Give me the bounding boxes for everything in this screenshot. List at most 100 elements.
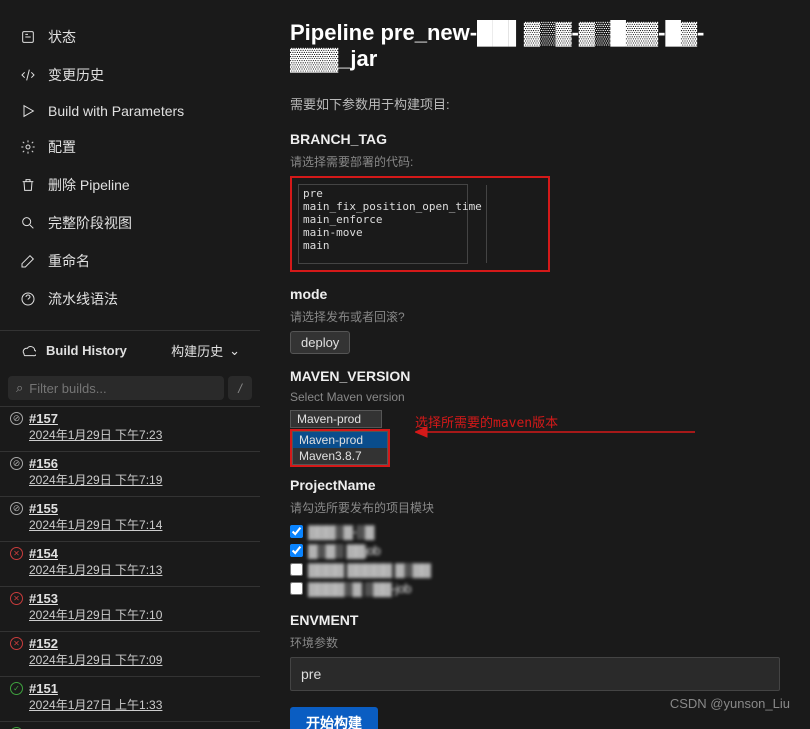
env-hint: 环境参数 bbox=[290, 634, 780, 651]
maven-option[interactable]: Maven3.8.7 bbox=[293, 448, 387, 464]
branch-label: BRANCH_TAG bbox=[290, 131, 780, 147]
branch-highlight-box: premain_fix_position_open_timemain_enfor… bbox=[290, 176, 550, 272]
project-label: ProjectName bbox=[290, 477, 780, 493]
build-number[interactable]: #156 bbox=[29, 456, 58, 471]
nav-label: 删除 Pipeline bbox=[48, 175, 130, 195]
changes-icon bbox=[20, 67, 36, 83]
project-checkbox[interactable] bbox=[290, 582, 303, 595]
maven-dropdown-highlight: Maven-prod Maven3.8.7 bbox=[290, 429, 390, 467]
nav-rename[interactable]: 重命名 bbox=[0, 242, 260, 280]
branch-select[interactable]: premain_fix_position_open_timemain_enfor… bbox=[298, 184, 468, 264]
search-icon bbox=[20, 215, 36, 231]
build-time[interactable]: 2024年1月29日 下午7:23 bbox=[29, 426, 250, 443]
build-filter-input[interactable] bbox=[29, 381, 216, 396]
build-item[interactable]: #1522024年1月29日 下午7:09 bbox=[0, 632, 260, 677]
project-checkbox[interactable] bbox=[290, 525, 303, 538]
build-button[interactable]: 开始构建 bbox=[290, 707, 378, 729]
build-time[interactable]: 2024年1月29日 下午7:14 bbox=[29, 516, 250, 533]
pencil-icon bbox=[20, 253, 36, 269]
build-status-icon bbox=[10, 457, 23, 470]
branch-option[interactable]: main bbox=[301, 239, 484, 252]
build-time[interactable]: 2024年1月27日 上午1:33 bbox=[29, 696, 250, 713]
nav-label: 流水线语法 bbox=[48, 289, 118, 309]
project-checkbox-row[interactable]: ▓▓▓▓ ▓▓▓▓▓ ▓▒▓▓ bbox=[290, 560, 780, 579]
gear-icon bbox=[20, 139, 36, 155]
build-time[interactable]: 2024年1月29日 下午7:09 bbox=[29, 651, 250, 668]
mode-label: mode bbox=[290, 286, 780, 302]
nav-syntax[interactable]: 流水线语法 bbox=[0, 280, 260, 318]
branch-scrollbar[interactable] bbox=[486, 185, 487, 263]
nav-label: 重命名 bbox=[48, 251, 90, 271]
nav-delete[interactable]: 删除 Pipeline bbox=[0, 166, 260, 204]
status-icon bbox=[20, 29, 36, 45]
project-checkbox[interactable] bbox=[290, 544, 303, 557]
project-checkbox-row[interactable]: ▓▓▓▓▒▓ ▒▓▓-job bbox=[290, 579, 780, 598]
chevron-down-icon: ⌄ bbox=[229, 343, 240, 359]
watermark: CSDN @yunson_Liu bbox=[670, 696, 790, 711]
project-name: ▓▓▓▓▒▓ ▒▓▓-job bbox=[308, 581, 411, 596]
build-status-icon bbox=[10, 682, 23, 695]
nav-configure[interactable]: 配置 bbox=[0, 128, 260, 166]
nav-build-params[interactable]: Build with Parameters bbox=[0, 94, 260, 128]
project-name: ▓▒▓▒ ▓▓job bbox=[308, 543, 380, 558]
build-status-icon bbox=[10, 412, 23, 425]
env-label: ENVMENT bbox=[290, 612, 780, 628]
build-status-icon bbox=[10, 637, 23, 650]
build-number[interactable]: #155 bbox=[29, 501, 58, 516]
page-subtitle: 需要如下参数用于构建项目: bbox=[290, 94, 780, 113]
branch-option[interactable]: main_enforce bbox=[301, 213, 484, 226]
main-content: Pipeline pre_new-██▌▓▒▓-▓▒█▓▓-█▓-▓▓▓_jar… bbox=[260, 0, 810, 729]
build-filter-wrap[interactable]: ⌕ bbox=[8, 376, 224, 400]
build-number[interactable]: #151 bbox=[29, 681, 58, 696]
maven-hint: Select Maven version bbox=[290, 390, 780, 404]
build-history-toggle[interactable]: 构建历史 ⌄ bbox=[171, 341, 240, 360]
nav-label: 完整阶段视图 bbox=[48, 213, 132, 233]
maven-dropdown[interactable]: Maven-prod Maven3.8.7 bbox=[292, 431, 388, 465]
build-list: #1572024年1月29日 下午7:23#1562024年1月29日 下午7:… bbox=[0, 406, 260, 729]
build-item[interactable]: #1562024年1月29日 下午7:19 bbox=[0, 452, 260, 497]
annotation-text: 选择所需要的maven版本 bbox=[415, 412, 558, 431]
project-checkbox-row[interactable]: ▓▓▓▒▓-▒▓ bbox=[290, 522, 780, 541]
branch-option[interactable]: main_fix_position_open_time bbox=[301, 200, 484, 213]
nav-full-stage[interactable]: 完整阶段视图 bbox=[0, 204, 260, 242]
help-icon bbox=[20, 291, 36, 307]
branch-option[interactable]: main-move bbox=[301, 226, 484, 239]
env-input[interactable] bbox=[290, 657, 780, 691]
nav-status[interactable]: 状态 bbox=[0, 18, 260, 56]
build-status-icon bbox=[10, 502, 23, 515]
build-item[interactable]: #1532024年1月29日 下午7:10 bbox=[0, 587, 260, 632]
project-name: ▓▓▓▒▓-▒▓ bbox=[308, 524, 374, 539]
build-item[interactable]: #1552024年1月29日 下午7:14 bbox=[0, 497, 260, 542]
sidebar: 状态 变更历史 Build with Parameters 配置 删除 Pipe… bbox=[0, 0, 260, 729]
nav-label: 变更历史 bbox=[48, 65, 104, 85]
build-number[interactable]: #152 bbox=[29, 636, 58, 651]
build-item[interactable]: #1512024年1月27日 上午1:33 bbox=[0, 677, 260, 722]
project-checkbox[interactable] bbox=[290, 563, 303, 576]
build-item[interactable]: #1502024年1月24日 下午4:54 bbox=[0, 722, 260, 729]
mode-hint: 请选择发布或者回滚? bbox=[290, 308, 780, 325]
search-icon: ⌕ bbox=[16, 380, 23, 396]
build-time[interactable]: 2024年1月29日 下午7:19 bbox=[29, 471, 250, 488]
play-icon bbox=[20, 103, 36, 119]
maven-option[interactable]: Maven-prod bbox=[293, 432, 387, 448]
mode-value[interactable]: deploy bbox=[290, 331, 350, 354]
build-item[interactable]: #1542024年1月29日 下午7:13 bbox=[0, 542, 260, 587]
build-time[interactable]: 2024年1月29日 下午7:13 bbox=[29, 561, 250, 578]
trash-icon bbox=[20, 177, 36, 193]
branch-option[interactable]: pre bbox=[301, 187, 484, 200]
build-status-icon bbox=[10, 547, 23, 560]
build-history-title: Build History bbox=[46, 343, 127, 358]
maven-label: MAVEN_VERSION bbox=[290, 368, 780, 384]
build-number[interactable]: #157 bbox=[29, 411, 58, 426]
build-number[interactable]: #153 bbox=[29, 591, 58, 606]
build-time[interactable]: 2024年1月29日 下午7:10 bbox=[29, 606, 250, 623]
build-number[interactable]: #154 bbox=[29, 546, 58, 561]
maven-selected[interactable]: Maven-prod bbox=[290, 410, 382, 428]
filter-shortcut[interactable]: / bbox=[228, 376, 252, 400]
nav-changes[interactable]: 变更历史 bbox=[0, 56, 260, 94]
nav-label: Build with Parameters bbox=[48, 103, 184, 119]
build-item[interactable]: #1572024年1月29日 下午7:23 bbox=[0, 407, 260, 452]
build-status-icon bbox=[10, 592, 23, 605]
project-name: ▓▓▓▓ ▓▓▓▓▓ ▓▒▓▓ bbox=[308, 562, 431, 577]
project-checkbox-row[interactable]: ▓▒▓▒ ▓▓job bbox=[290, 541, 780, 560]
